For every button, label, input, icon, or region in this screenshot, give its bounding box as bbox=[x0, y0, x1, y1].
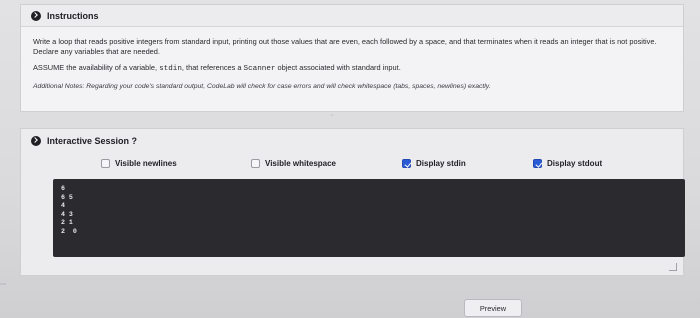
terminal-line: 2 0 bbox=[61, 227, 77, 235]
instructions-body: Write a loop that reads positive integer… bbox=[21, 27, 683, 92]
p2-prefix: ASSUME the availability of a variable, bbox=[33, 63, 160, 72]
option-label: Visible newlines bbox=[115, 159, 177, 168]
collapse-check-icon[interactable] bbox=[31, 10, 41, 21]
instructions-panel: Instructions Write a loop that reads pos… bbox=[20, 4, 684, 112]
resize-handle-icon[interactable] bbox=[669, 263, 677, 271]
display-options-row: Visible newlines Visible whitespace Disp… bbox=[21, 159, 685, 173]
option-display-stdin[interactable]: Display stdin bbox=[402, 159, 466, 168]
instructions-notes: Additional Notes: Regarding your code's … bbox=[33, 83, 491, 90]
option-label: Visible whitespace bbox=[265, 159, 336, 168]
option-label: Display stdout bbox=[547, 159, 603, 168]
terminal-line: 2 1 bbox=[61, 219, 73, 226]
option-visible-newlines[interactable]: Visible newlines bbox=[101, 159, 177, 168]
expand-chevron-icon[interactable]: ⌄ bbox=[308, 110, 356, 118]
code-stdin: stdin bbox=[159, 65, 182, 73]
preview-button[interactable]: Preview bbox=[464, 299, 522, 317]
instructions-paragraph-1: Write a loop that reads positive integer… bbox=[33, 37, 657, 56]
terminal-line: 4 3 bbox=[61, 210, 73, 218]
terminal-output[interactable]: 6 6 5 4 4 3 2 1 2 0 bbox=[53, 179, 685, 257]
terminal-line: 4 bbox=[61, 202, 65, 209]
code-scanner: Scanner bbox=[243, 65, 276, 73]
terminal-line: 6 bbox=[61, 185, 65, 192]
p2-mid: , that references a bbox=[181, 63, 244, 72]
option-visible-whitespace[interactable]: Visible whitespace bbox=[251, 159, 336, 168]
checkbox-display-stdout[interactable] bbox=[533, 159, 542, 168]
instructions-header[interactable]: Instructions bbox=[21, 5, 683, 27]
checkbox-display-stdin[interactable] bbox=[402, 159, 411, 168]
collapse-check-icon[interactable] bbox=[31, 136, 41, 146]
interactive-session-panel: Interactive Session ? Visible newlines V… bbox=[20, 128, 685, 276]
checkbox-visible-whitespace[interactable] bbox=[251, 159, 260, 168]
terminal-line: 6 5 bbox=[61, 193, 73, 201]
scroll-marker bbox=[0, 283, 6, 285]
instructions-title: Instructions bbox=[47, 10, 99, 21]
instructions-paragraph-2: ASSUME the availability of a variable, s… bbox=[33, 63, 673, 74]
checkbox-visible-newlines[interactable] bbox=[101, 159, 110, 168]
session-header[interactable]: Interactive Session ? bbox=[21, 129, 683, 153]
option-label: Display stdin bbox=[416, 159, 466, 168]
p2-suffix: object associated with standard input. bbox=[275, 63, 401, 72]
option-display-stdout[interactable]: Display stdout bbox=[533, 159, 602, 168]
session-title: Interactive Session ? bbox=[47, 136, 138, 146]
